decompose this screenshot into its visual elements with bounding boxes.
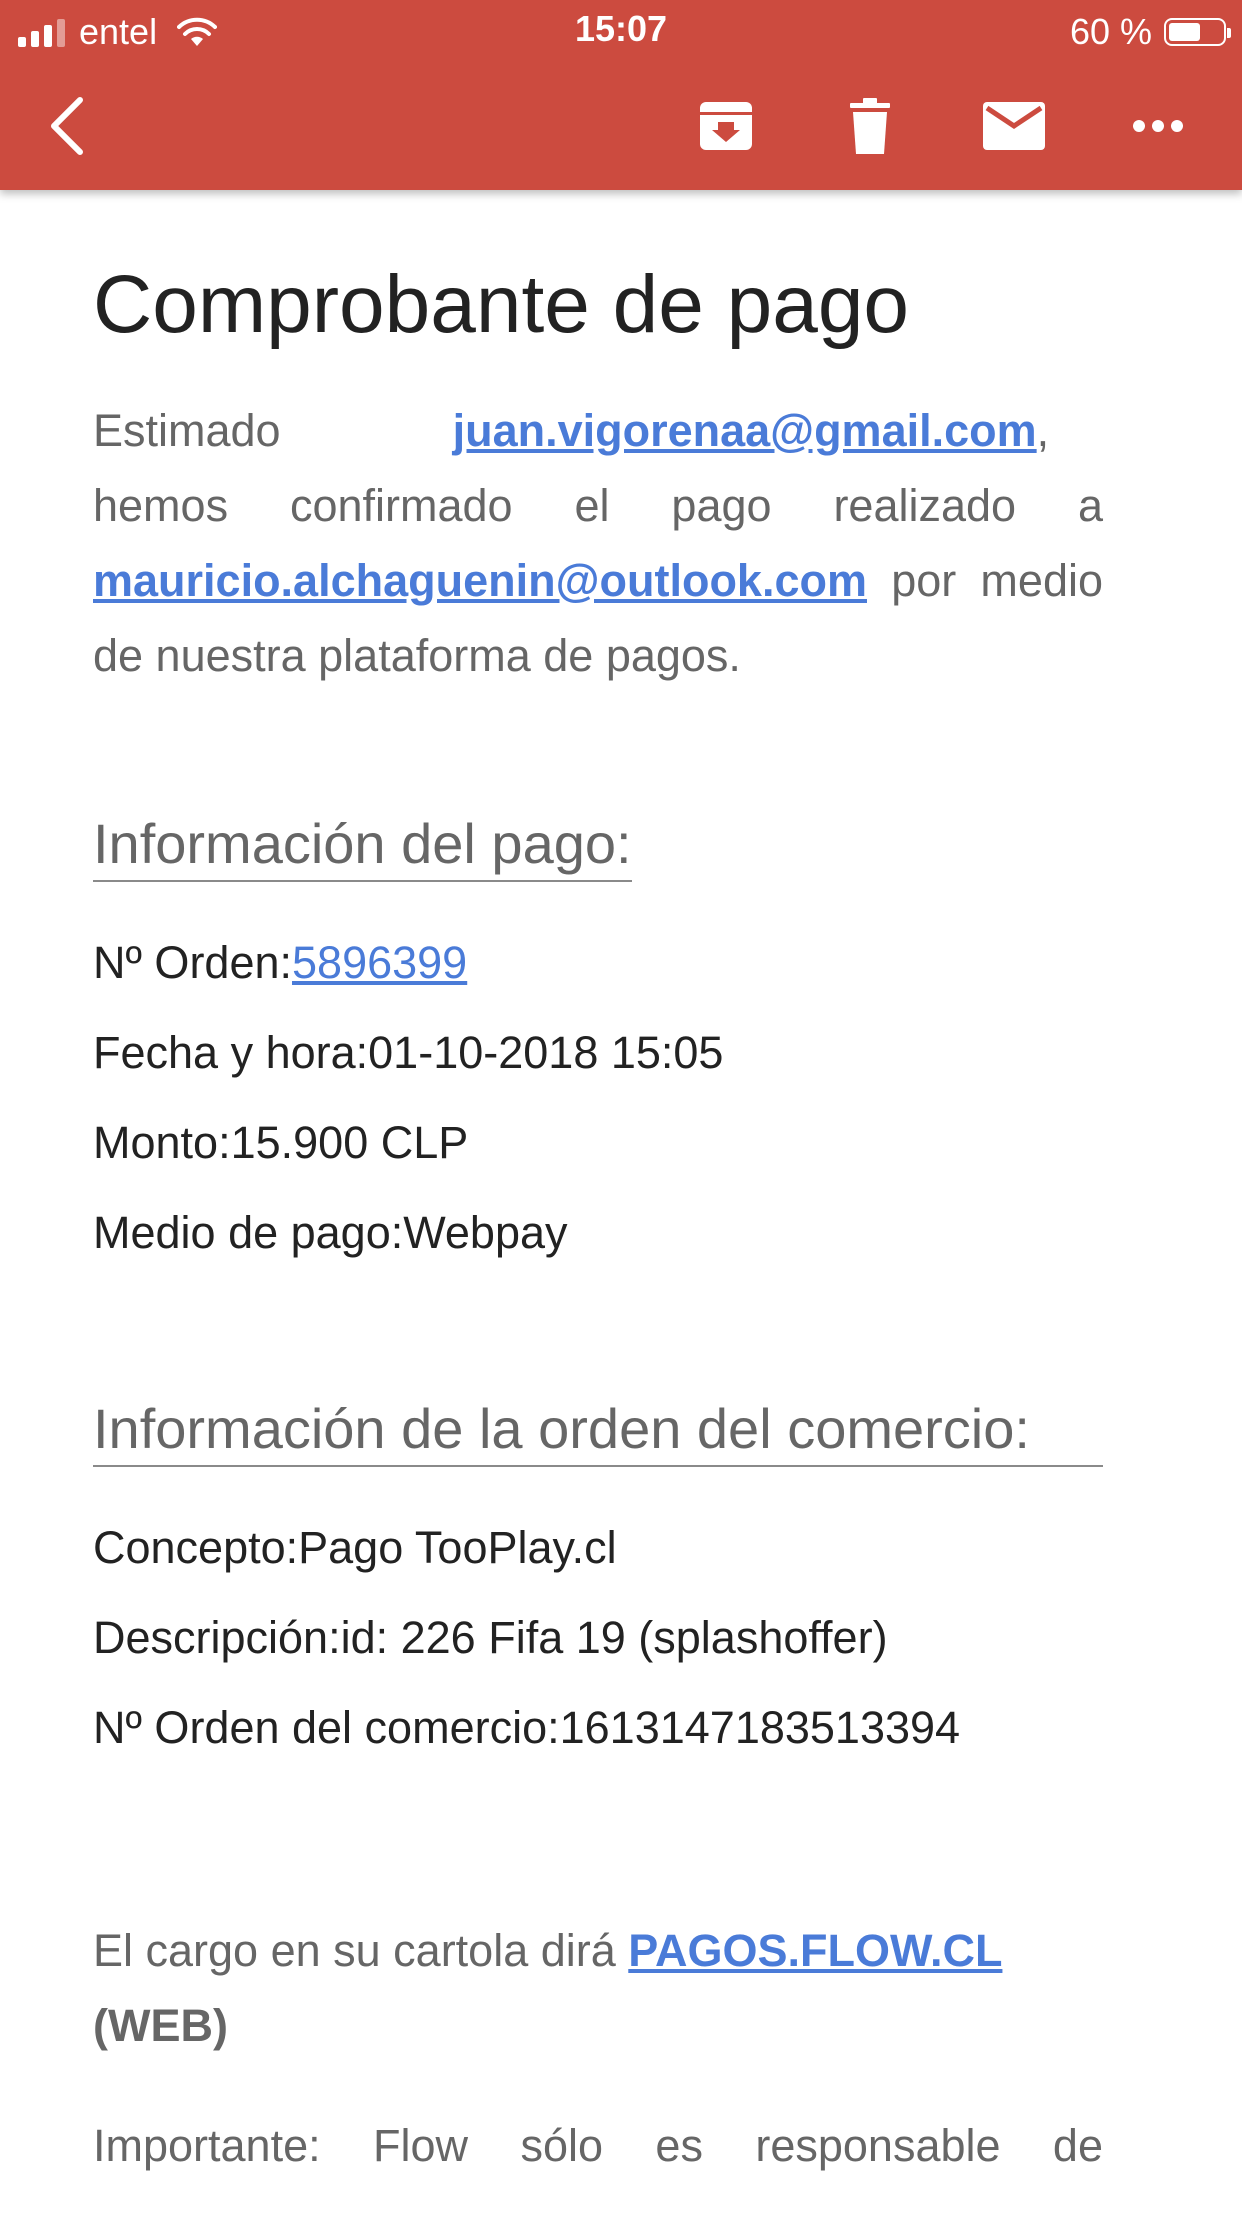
mark-unread-button[interactable] (978, 90, 1050, 162)
payment-info-heading: Información del pago: (93, 808, 632, 882)
status-bar: entel 15:07 60 % (0, 0, 1242, 62)
email-toolbar (0, 62, 1242, 190)
status-right: 60 % (1069, 10, 1231, 54)
more-icon (1133, 120, 1183, 132)
payment-method-row: Medio de pago:Webpay (93, 1207, 568, 1258)
archive-icon (700, 102, 752, 150)
archive-button[interactable] (690, 90, 762, 162)
payer-email-link[interactable]: juan.vigorenaa@gmail.com (453, 405, 1037, 456)
mail-icon (983, 102, 1045, 150)
payment-info-list: Nº Orden:5896399 Fecha y hora:01-10-2018… (93, 918, 1103, 1278)
pagos-flow-link[interactable]: PAGOS.FLOW.CL (628, 1925, 1002, 1976)
back-button[interactable] (30, 90, 102, 162)
concept-row: Concepto:Pago TooPlay.cl (93, 1522, 617, 1573)
battery-icon (1164, 18, 1231, 46)
delete-button[interactable] (834, 90, 906, 162)
trash-icon (850, 98, 890, 154)
greeting: Estimado (93, 405, 281, 456)
top-app-bar: entel 15:07 60 % (0, 0, 1242, 190)
merchant-order-list: Concepto:Pago TooPlay.cl Descripción:id:… (93, 1503, 1103, 1773)
important-note: Importante: Flow sólo es responsable de (93, 2120, 1103, 2171)
back-arrow-icon (51, 97, 83, 155)
amount-row: Monto:15.900 CLP (93, 1117, 469, 1168)
merchant-email-link[interactable]: mauricio.alchaguenin@outlook.com (93, 555, 867, 606)
description-row: Descripción:id: 226 Fifa 19 (splashoffer… (93, 1612, 888, 1663)
statement-note: El cargo en su cartola dirá PAGOS.FLOW.C… (93, 1925, 1003, 2051)
merchant-order-heading: Información de la orden del comercio: (93, 1393, 1103, 1467)
email-title: Comprobante de pago (93, 259, 910, 350)
intro-paragraph: Estimado juan.vigorenaa@gmail.com, hemos … (93, 393, 1103, 693)
date-time-row: Fecha y hora:01-10-2018 15:05 (93, 1027, 724, 1078)
clock: 15:07 (574, 8, 668, 49)
order-number-link[interactable]: 5896399 (292, 937, 467, 988)
more-options-button[interactable] (1122, 90, 1194, 162)
email-body: Comprobante de pago Estimado juan.vigoren… (93, 190, 1103, 2228)
battery-percent: 60 % (1069, 11, 1152, 52)
statement-suffix: (WEB) (93, 2000, 228, 2051)
merchant-order-number-row: Nº Orden del comercio:1613147183513394 (93, 1702, 961, 1753)
order-number-row: Nº Orden:5896399 (93, 937, 468, 988)
battery-level (1169, 23, 1201, 41)
